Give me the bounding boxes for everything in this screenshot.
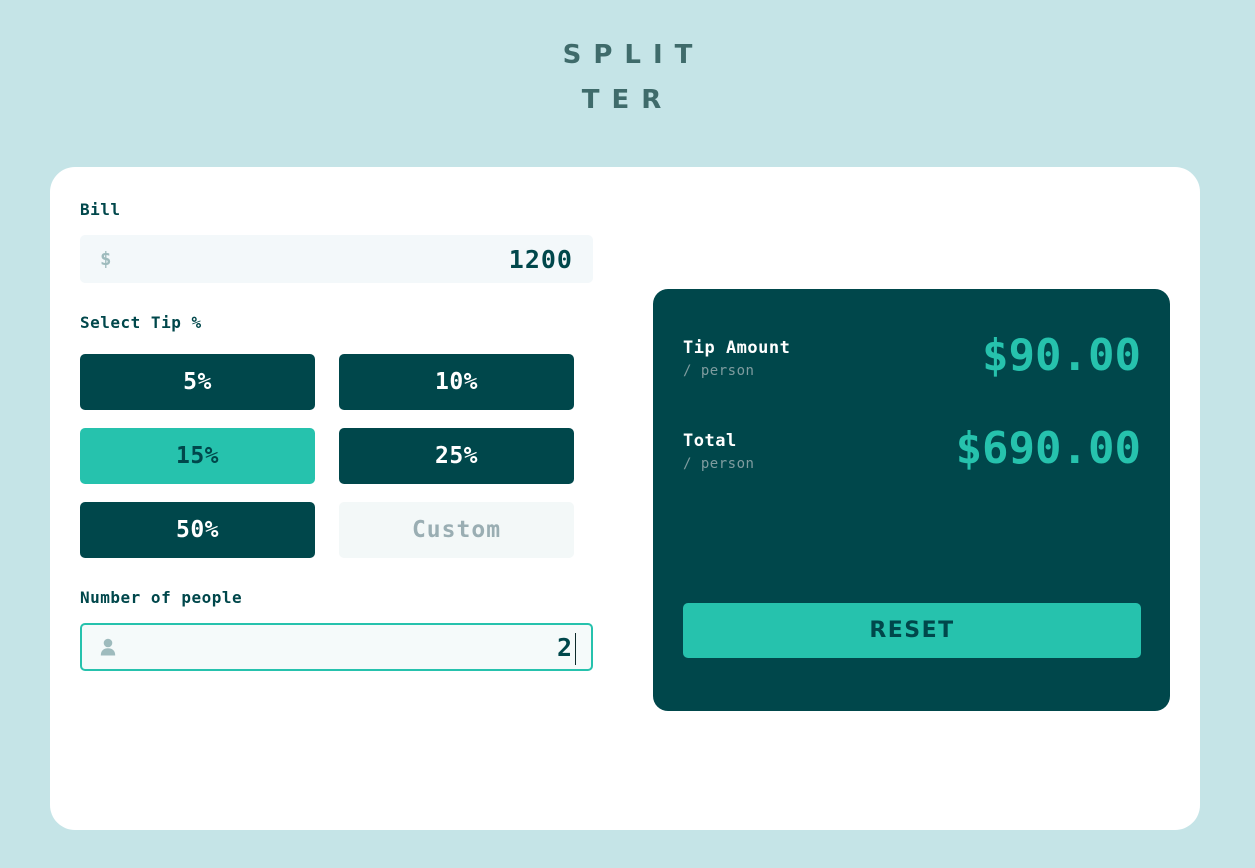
tip-options-grid: 5% 10% 15% 25% 50% Custom — [80, 354, 623, 558]
tip-label: Select Tip % — [80, 313, 202, 332]
page-title: SPLITTER — [562, 40, 705, 115]
tip-option-15[interactable]: 15% — [80, 428, 315, 484]
people-value: 2 — [556, 632, 573, 662]
results-panel: Tip Amount / person $90.00 Total / perso… — [653, 289, 1170, 711]
total-labels: Total / person — [683, 427, 754, 472]
custom-tip-input[interactable]: Custom — [339, 502, 574, 558]
input-panel: Bill $ 1200 Select Tip % 5% 10% 15% 25% … — [50, 167, 623, 830]
tip-amount-row: Tip Amount / person $90.00 — [683, 330, 1141, 381]
total-subtitle: / person — [683, 456, 755, 472]
people-field-group: Number of people 2 — [80, 588, 623, 671]
dollar-icon: $ — [100, 250, 113, 268]
tip-amount-title: Tip Amount — [683, 338, 791, 358]
total-title: Total — [683, 431, 737, 451]
bill-input[interactable]: $ 1200 — [80, 235, 593, 283]
total-row: Total / person $690.00 — [683, 423, 1141, 474]
tip-option-50[interactable]: 50% — [80, 502, 315, 558]
bill-field-group: Bill $ 1200 — [80, 200, 623, 283]
tip-amount-subtitle: / person — [683, 363, 755, 379]
tip-option-25[interactable]: 25% — [339, 428, 574, 484]
people-label: Number of people — [80, 588, 243, 607]
calculator-card: Bill $ 1200 Select Tip % 5% 10% 15% 25% … — [50, 167, 1200, 830]
total-value: $690.00 — [955, 423, 1141, 474]
svg-text:$: $ — [100, 250, 111, 268]
text-cursor — [575, 633, 576, 665]
reset-button[interactable]: RESET — [683, 603, 1141, 658]
person-icon — [100, 638, 116, 656]
bill-label: Bill — [80, 200, 121, 219]
tip-option-5[interactable]: 5% — [80, 354, 315, 410]
tip-option-10[interactable]: 10% — [339, 354, 574, 410]
tip-selector-group: Select Tip % 5% 10% 15% 25% 50% Custom — [80, 313, 623, 558]
tip-amount-value: $90.00 — [982, 330, 1141, 381]
people-input[interactable]: 2 — [80, 623, 593, 671]
bill-value: 1200 — [508, 244, 573, 274]
tip-amount-labels: Tip Amount / person — [683, 334, 790, 379]
